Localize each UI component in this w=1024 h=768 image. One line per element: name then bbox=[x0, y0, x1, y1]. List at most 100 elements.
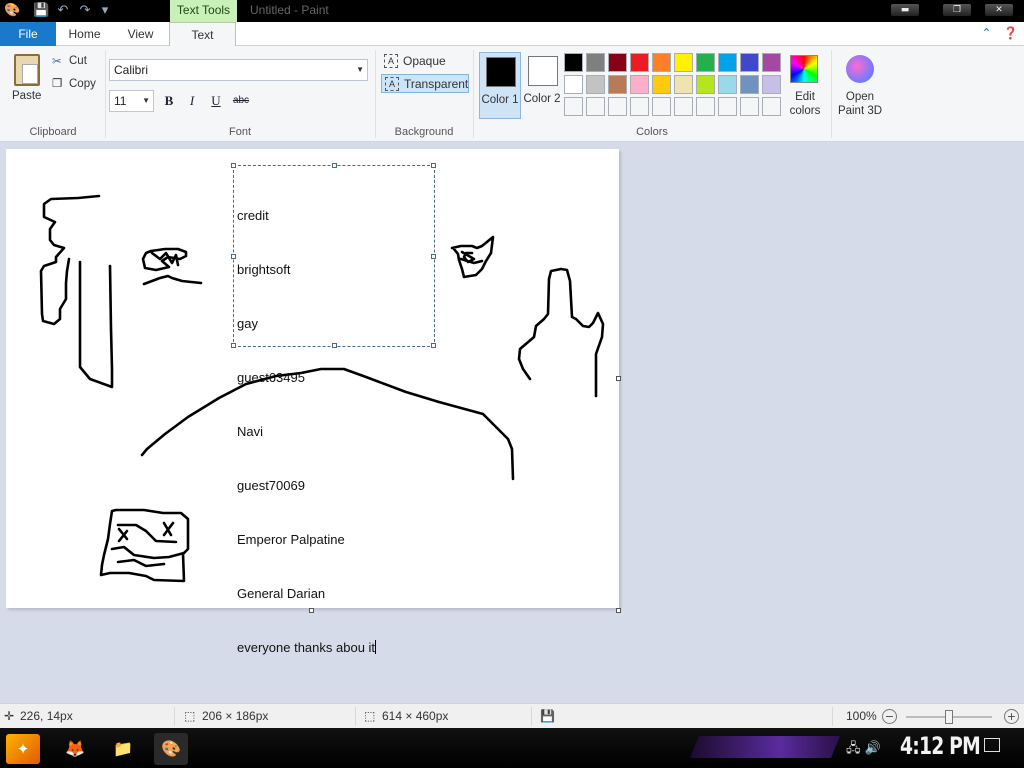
firefox-icon[interactable]: 🦊 bbox=[58, 733, 92, 765]
opaque-option[interactable]: A Opaque bbox=[381, 52, 469, 71]
palette-swatch[interactable] bbox=[696, 53, 715, 72]
palette-swatch[interactable] bbox=[586, 75, 605, 94]
taskbar: ✦ 🦊 📁 🎨 🖧 🔊 4:12 PM bbox=[0, 728, 1024, 768]
palette-swatch[interactable] bbox=[608, 75, 627, 94]
close-button[interactable]: ✕ bbox=[985, 4, 1013, 16]
palette-swatch[interactable] bbox=[718, 75, 737, 94]
color2-button[interactable]: Color 2 bbox=[523, 52, 561, 119]
palette-swatch[interactable] bbox=[630, 75, 649, 94]
start-icon[interactable]: ✦ bbox=[6, 734, 40, 764]
redo-icon[interactable]: ↷ bbox=[77, 3, 93, 19]
cut-icon[interactable]: ✂ bbox=[52, 54, 62, 68]
palette-swatch[interactable] bbox=[608, 97, 627, 116]
text-line: everyone thanks abou it bbox=[237, 640, 376, 655]
tab-text[interactable]: Text bbox=[169, 22, 236, 47]
color1-swatch bbox=[486, 57, 516, 87]
open-paint3d-button[interactable]: Open Paint 3D bbox=[836, 90, 884, 118]
palette-swatch[interactable] bbox=[586, 53, 605, 72]
font-family-value: Calibri bbox=[114, 63, 149, 77]
colors-group-label: Colors bbox=[636, 126, 668, 138]
palette-swatch[interactable] bbox=[586, 97, 605, 116]
zoom-out-button[interactable]: − bbox=[882, 709, 897, 724]
italic-button[interactable]: I bbox=[183, 92, 201, 110]
color1-label: Color 1 bbox=[481, 94, 519, 106]
title-bar: 🎨 💾 ↶ ↷ ▾ Text Tools Untitled - Paint ▬ … bbox=[0, 0, 1024, 22]
tab-view[interactable]: View bbox=[113, 22, 168, 46]
customize-quick-access-icon[interactable]: ▾ bbox=[97, 3, 113, 19]
paint3d-icon[interactable] bbox=[846, 55, 874, 83]
paint-taskbar-icon[interactable]: 🎨 bbox=[154, 733, 188, 765]
transparent-icon: A bbox=[385, 77, 399, 91]
save-icon[interactable]: 💾 bbox=[33, 3, 49, 19]
ribbon-tabs: File Home View Text ⌃ ❓ bbox=[0, 22, 1024, 47]
palette-swatch[interactable] bbox=[564, 53, 583, 72]
text-tools-context-label: Text Tools bbox=[170, 0, 237, 22]
cut-button[interactable]: Cut bbox=[69, 55, 87, 67]
zoom-in-button[interactable]: + bbox=[1004, 709, 1019, 724]
paste-button[interactable]: Paste bbox=[12, 90, 41, 102]
drawing-canvas[interactable]: credit brightsoft gay guest63495 Navi gu… bbox=[6, 149, 619, 655]
canvas-resize-handle-bottom[interactable] bbox=[309, 608, 314, 613]
underline-button[interactable]: U bbox=[207, 92, 225, 110]
tab-file[interactable]: File bbox=[0, 22, 56, 46]
palette-swatch[interactable] bbox=[762, 75, 781, 94]
text-line: guest70069 bbox=[237, 478, 305, 493]
font-family-select[interactable]: Calibri ▼ bbox=[109, 59, 368, 81]
palette-swatch[interactable] bbox=[762, 97, 781, 116]
text-line: brightsoft bbox=[237, 262, 291, 277]
undo-icon[interactable]: ↶ bbox=[55, 3, 71, 19]
canvas-resize-handle-right[interactable] bbox=[616, 376, 621, 381]
palette-swatch[interactable] bbox=[652, 97, 671, 116]
paste-icon[interactable] bbox=[14, 54, 40, 86]
color1-button[interactable]: Color 1 bbox=[479, 52, 521, 119]
text-line: General Darian bbox=[237, 586, 326, 601]
palette-swatch[interactable] bbox=[740, 97, 759, 116]
notifications-icon[interactable] bbox=[984, 738, 1000, 752]
tab-home[interactable]: Home bbox=[56, 22, 113, 46]
edit-colors-icon[interactable] bbox=[790, 55, 818, 83]
strikethrough-button[interactable]: abc bbox=[229, 92, 253, 110]
palette-swatch[interactable] bbox=[652, 53, 671, 72]
maximize-button[interactable]: ❐ bbox=[943, 4, 971, 16]
collapse-ribbon-icon[interactable]: ⌃ bbox=[982, 26, 992, 40]
zoom-slider-thumb[interactable] bbox=[945, 710, 953, 724]
text-box[interactable]: credit brightsoft gay guest63495 Navi gu… bbox=[231, 163, 436, 655]
palette-swatch[interactable] bbox=[564, 97, 583, 116]
palette-swatch[interactable] bbox=[696, 75, 715, 94]
edit-colors-button[interactable]: Edit colors bbox=[786, 90, 824, 118]
color2-label: Color 2 bbox=[523, 93, 561, 105]
font-size-select[interactable]: 11 ▼ bbox=[109, 90, 154, 112]
palette-swatch[interactable] bbox=[718, 53, 737, 72]
volume-icon[interactable]: 🔊 bbox=[865, 741, 881, 756]
taskbar-clock[interactable]: 4:12 PM bbox=[900, 732, 981, 760]
help-icon[interactable]: ❓ bbox=[1003, 26, 1018, 40]
transparent-label: Transparent bbox=[404, 77, 469, 91]
file-explorer-icon[interactable]: 📁 bbox=[106, 733, 140, 765]
palette-swatch[interactable] bbox=[674, 97, 693, 116]
palette-swatch[interactable] bbox=[674, 53, 693, 72]
copy-icon[interactable]: ❐ bbox=[52, 76, 62, 90]
font-size-value: 11 bbox=[114, 94, 127, 108]
palette-swatch[interactable] bbox=[630, 97, 649, 116]
status-bar: ✛ 226, 14px ⬚ 206 × 186px ⬚ 614 × 460px … bbox=[0, 703, 1024, 728]
text-box-content[interactable]: credit brightsoft gay guest63495 Navi gu… bbox=[237, 171, 377, 693]
palette-swatch[interactable] bbox=[630, 53, 649, 72]
palette-swatch[interactable] bbox=[564, 75, 583, 94]
bold-button[interactable]: B bbox=[160, 92, 178, 110]
palette-swatch[interactable] bbox=[652, 75, 671, 94]
network-icon[interactable]: 🖧 bbox=[846, 741, 861, 756]
canvas-resize-handle-corner[interactable] bbox=[616, 608, 621, 613]
palette-swatch[interactable] bbox=[674, 75, 693, 94]
palette-swatch[interactable] bbox=[718, 97, 737, 116]
palette-swatch[interactable] bbox=[696, 97, 715, 116]
copy-button[interactable]: Copy bbox=[69, 78, 96, 90]
chevron-down-icon: ▼ bbox=[356, 65, 364, 74]
palette-swatch[interactable] bbox=[608, 53, 627, 72]
palette-swatch[interactable] bbox=[740, 75, 759, 94]
background-group-label: Background bbox=[394, 126, 454, 138]
cursor-position-icon: ✛ bbox=[4, 709, 15, 723]
transparent-option[interactable]: A Transparent bbox=[381, 74, 469, 93]
minimize-button[interactable]: ▬ bbox=[891, 4, 919, 16]
palette-swatch[interactable] bbox=[762, 53, 781, 72]
palette-swatch[interactable] bbox=[740, 53, 759, 72]
